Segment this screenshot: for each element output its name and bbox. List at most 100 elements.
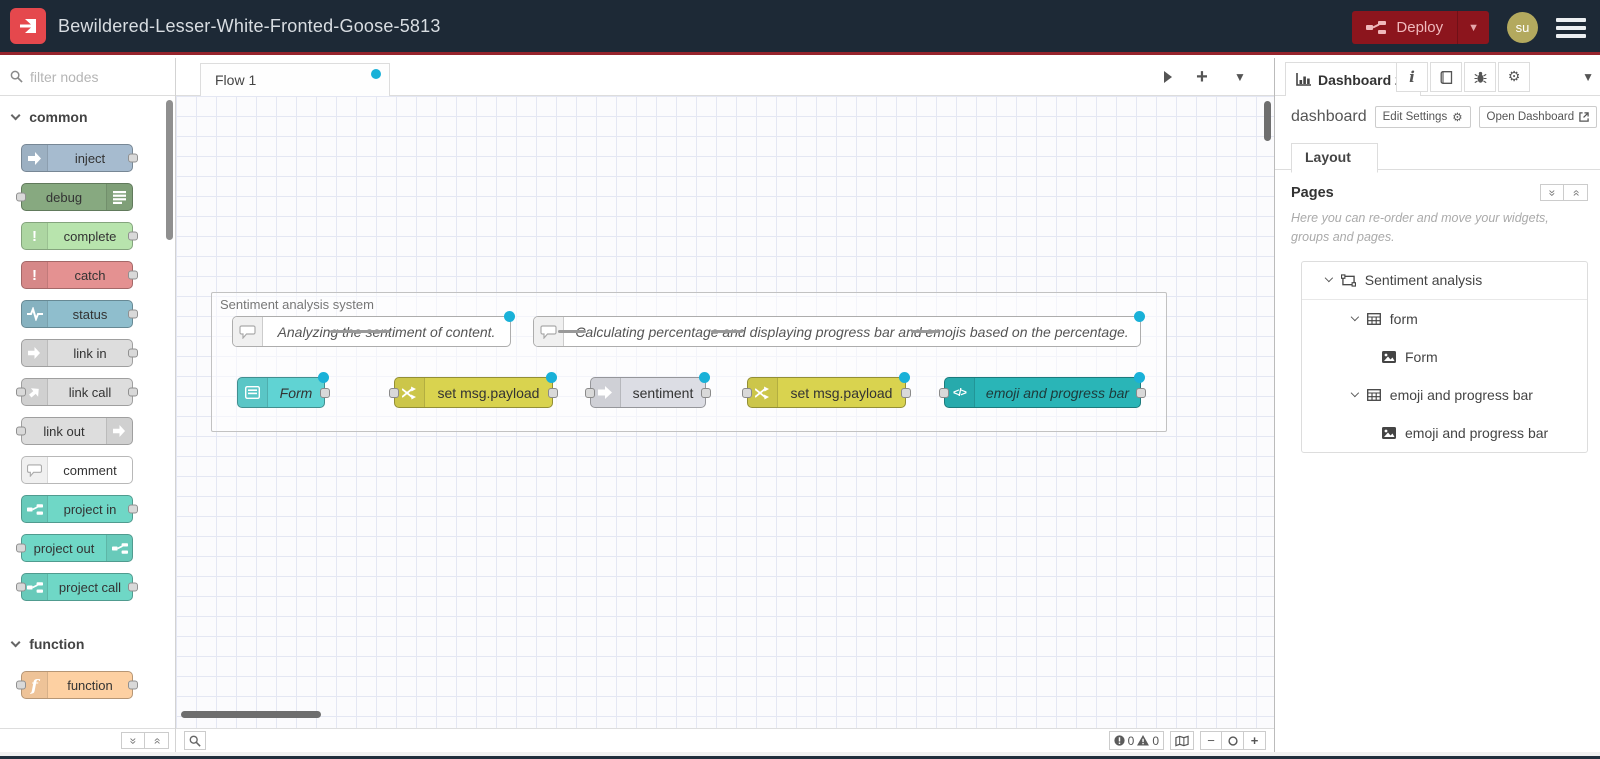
- flow-node-set-msg-payload-2[interactable]: set msg.payload: [742, 372, 911, 408]
- palette-scrollbar[interactable]: [166, 100, 173, 240]
- tree-item-widget-emoji-progress-bar[interactable]: emoji and progress bar: [1302, 414, 1587, 452]
- flow-node-emoji-progress-bar[interactable]: </> emoji and progress bar: [939, 372, 1146, 408]
- info-tab-button[interactable]: i: [1396, 62, 1428, 92]
- input-port[interactable]: [742, 388, 752, 398]
- flow-canvas[interactable]: Sentiment analysis system Analyzing the …: [176, 96, 1274, 728]
- palette-node-link-call[interactable]: link call: [16, 378, 138, 406]
- zoom-in-button[interactable]: +: [1244, 731, 1266, 750]
- expand-all-button[interactable]: »: [1564, 184, 1588, 201]
- tab-flow-1[interactable]: Flow 1: [200, 63, 390, 96]
- input-port[interactable]: [389, 388, 399, 398]
- flow-list-chevron[interactable]: ▼: [1226, 58, 1254, 96]
- canvas-horizontal-scrollbar[interactable]: [181, 711, 321, 718]
- add-flow-button[interactable]: +: [1188, 58, 1216, 96]
- input-port[interactable]: [939, 388, 949, 398]
- palette-filter[interactable]: filter nodes: [0, 58, 175, 96]
- search-icon: [189, 735, 201, 747]
- palette-node-project-call[interactable]: project call: [16, 573, 138, 601]
- chevron-down-icon: [1350, 312, 1359, 321]
- output-port[interactable]: [128, 153, 138, 163]
- output-port[interactable]: [1136, 388, 1146, 398]
- tree-item-page-sentiment-analysis[interactable]: Sentiment analysis: [1302, 262, 1587, 300]
- output-port[interactable]: [901, 388, 911, 398]
- palette-node-complete[interactable]: ! complete: [21, 222, 138, 250]
- config-nodes-tab-button[interactable]: ⚙: [1498, 62, 1530, 92]
- palette-node-project-in[interactable]: project in: [21, 495, 138, 523]
- main-menu-button[interactable]: [1556, 17, 1586, 38]
- zoom-out-button[interactable]: −: [1200, 731, 1222, 750]
- output-port[interactable]: [128, 680, 138, 690]
- deploy-nodes-icon: [1366, 20, 1387, 35]
- input-port[interactable]: [16, 192, 26, 202]
- next-tab-button[interactable]: [1154, 58, 1182, 96]
- output-port[interactable]: [320, 388, 330, 398]
- wire[interactable]: [558, 330, 586, 333]
- tree-item-group-emoji-progress-bar[interactable]: emoji and progress bar: [1302, 376, 1587, 414]
- output-port[interactable]: [548, 388, 558, 398]
- open-dashboard-button[interactable]: Open Dashboard: [1478, 106, 1598, 128]
- toggle-navigator-button[interactable]: [1170, 731, 1194, 750]
- unsaved-changes-dot: [546, 372, 557, 383]
- workspace-title: Bewildered-Lesser-White-Fronted-Goose-58…: [58, 15, 441, 36]
- palette-node-catch[interactable]: ! catch: [21, 261, 138, 289]
- tree-item-widget-form[interactable]: Form: [1302, 338, 1587, 376]
- deploy-button[interactable]: Deploy ▼: [1352, 11, 1489, 44]
- input-port[interactable]: [585, 388, 595, 398]
- palette-node-function[interactable]: f function: [16, 671, 138, 699]
- output-port[interactable]: [128, 231, 138, 241]
- link-arrow-icon: [22, 340, 48, 366]
- palette-node-link-out[interactable]: link out: [16, 417, 133, 445]
- input-port[interactable]: [16, 582, 26, 592]
- output-port[interactable]: [701, 388, 711, 398]
- palette-node-comment[interactable]: comment: [21, 456, 133, 484]
- code-icon: </>: [945, 378, 975, 407]
- bug-icon: [1474, 71, 1486, 83]
- output-port[interactable]: [128, 387, 138, 397]
- collapse-all-button[interactable]: »: [1540, 184, 1564, 201]
- palette-node-inject[interactable]: inject: [21, 144, 138, 172]
- input-port[interactable]: [16, 426, 26, 436]
- input-port[interactable]: [16, 387, 26, 397]
- image-icon: [1382, 426, 1396, 439]
- help-tab-button[interactable]: [1430, 62, 1462, 92]
- canvas-vertical-scrollbar[interactable]: [1264, 101, 1271, 141]
- sidebar-options-chevron[interactable]: ▼: [1582, 70, 1594, 84]
- input-port[interactable]: [16, 680, 26, 690]
- flow-group-sentiment-analysis-system[interactable]: Sentiment analysis system: [211, 292, 1167, 432]
- page-icon: [1340, 273, 1356, 287]
- debug-tab-button[interactable]: [1464, 62, 1496, 92]
- user-avatar[interactable]: su: [1507, 12, 1538, 43]
- palette-category-common[interactable]: common: [0, 96, 175, 133]
- wire[interactable]: [330, 330, 390, 333]
- palette-node-status[interactable]: status: [21, 300, 138, 328]
- flow-node-sentiment[interactable]: sentiment: [585, 372, 711, 408]
- tree-item-group-form[interactable]: form: [1302, 300, 1587, 338]
- notifications-status-button[interactable]: 0 0: [1108, 731, 1164, 750]
- input-port[interactable]: [16, 543, 26, 553]
- deploy-options-chevron[interactable]: ▼: [1457, 11, 1489, 44]
- output-port[interactable]: [128, 309, 138, 319]
- palette-scroll-area[interactable]: common inject debug ! complete ! catch s…: [0, 96, 175, 728]
- output-port[interactable]: [128, 504, 138, 514]
- zoom-reset-button[interactable]: [1222, 731, 1244, 750]
- output-port[interactable]: [128, 348, 138, 358]
- flow-node-form[interactable]: Form: [237, 372, 330, 408]
- palette-expand-all-button[interactable]: »: [145, 732, 169, 749]
- edit-settings-button[interactable]: Edit Settings ⚙: [1374, 106, 1471, 128]
- wire[interactable]: [711, 330, 743, 333]
- output-port[interactable]: [128, 582, 138, 592]
- palette-node-debug[interactable]: debug: [16, 183, 133, 211]
- palette-node-link-in[interactable]: link in: [21, 339, 138, 367]
- palette-node-project-out[interactable]: project out: [16, 534, 133, 562]
- search-flows-button[interactable]: [184, 731, 206, 750]
- palette-category-function[interactable]: function: [0, 623, 175, 660]
- change-shuffle-icon: [748, 378, 778, 407]
- output-port[interactable]: [128, 270, 138, 280]
- palette-footer: » »: [0, 728, 175, 752]
- bar-chart-icon: [1296, 73, 1311, 86]
- tab-layout[interactable]: Layout: [1291, 143, 1378, 173]
- wire[interactable]: [911, 330, 940, 333]
- comment-node-calculating[interactable]: Calculating percentage and displaying pr…: [533, 311, 1145, 347]
- palette-collapse-all-button[interactable]: »: [121, 732, 145, 749]
- flow-node-set-msg-payload-1[interactable]: set msg.payload: [389, 372, 558, 408]
